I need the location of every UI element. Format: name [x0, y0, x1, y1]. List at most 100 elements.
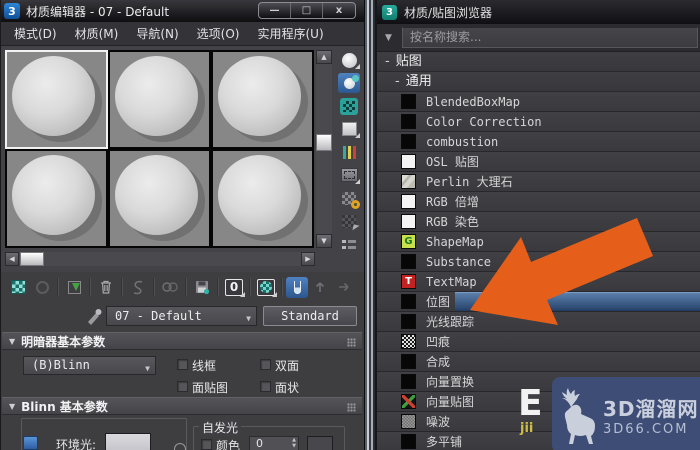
- list-item[interactable]: Substance: [377, 252, 700, 272]
- shader-basic-params-rollout[interactable]: ▼ 明暗器基本参数: [2, 332, 362, 350]
- options-button[interactable]: [338, 188, 360, 209]
- vertical-scroll-thumb[interactable]: [316, 134, 332, 151]
- spinner-arrows-icon[interactable]: ▲ ▼: [292, 437, 296, 449]
- test-tube-icon: [286, 276, 308, 298]
- material-name-dropdown[interactable]: 07 - Default ▼: [106, 306, 257, 326]
- browser-title: 材质/贴图浏览器: [404, 5, 493, 20]
- show-end-result-button[interactable]: [286, 276, 308, 298]
- horizontal-scroll-thumb[interactable]: [20, 252, 44, 266]
- material-toolbar: 0: [1, 272, 364, 302]
- viewport-checker-ball-icon: [257, 278, 275, 296]
- put-to-library-button[interactable]: [191, 277, 213, 298]
- menu-item-1[interactable]: 材质(M): [66, 22, 128, 46]
- scroll-left-button[interactable]: ◀: [5, 252, 19, 266]
- list-item[interactable]: OSL 贴图: [377, 152, 700, 172]
- lock-icon[interactable]: [174, 443, 186, 450]
- map-item-label: 多平铺: [426, 435, 463, 449]
- make-unique-icon: [162, 282, 178, 292]
- minimize-button[interactable]: —: [259, 3, 291, 18]
- maximize-button[interactable]: □: [291, 3, 323, 18]
- list-item[interactable]: 位图: [377, 292, 700, 312]
- scroll-right-button[interactable]: ▶: [301, 252, 315, 266]
- sample-slot[interactable]: [5, 50, 108, 149]
- select-by-material-button[interactable]: [338, 211, 360, 231]
- pick-material-eyedropper-icon[interactable]: [85, 305, 103, 325]
- put-material-to-scene-button[interactable]: [31, 277, 53, 298]
- list-item[interactable]: 凹痕: [377, 332, 700, 352]
- sample-slots-grid: [5, 50, 314, 248]
- chevron-down-icon[interactable]: ▼: [385, 33, 392, 43]
- list-item[interactable]: Perlin 大理石: [377, 172, 700, 192]
- list-item[interactable]: G ShapeMap: [377, 232, 700, 252]
- lock-ambient-diffuse-icon[interactable]: [23, 436, 38, 450]
- window-frame-divider[interactable]: [364, 0, 377, 450]
- background-button[interactable]: [338, 96, 360, 116]
- make-material-copy-button[interactable]: [127, 277, 149, 298]
- make-preview-button[interactable]: [338, 165, 360, 185]
- title-bar[interactable]: 3 材质编辑器 - 07 - Default — □ x: [1, 0, 364, 22]
- sample-slot[interactable]: [108, 50, 211, 149]
- show-material-in-viewport-button[interactable]: [255, 277, 277, 298]
- get-material-button[interactable]: [7, 277, 29, 298]
- list-item[interactable]: 合成: [377, 352, 700, 372]
- search-input[interactable]: 按名称搜索...: [402, 27, 698, 48]
- rollout-handle-icon: [347, 403, 356, 412]
- video-color-check-button[interactable]: [338, 142, 360, 162]
- map-item-label: ShapeMap: [426, 234, 484, 249]
- palette-vertical-scrollbar[interactable]: ▲ ▼: [316, 50, 332, 248]
- sample-uv-tiling-button[interactable]: [338, 119, 360, 139]
- sample-slot[interactable]: [211, 50, 314, 149]
- scroll-down-button[interactable]: ▼: [316, 234, 332, 248]
- backlight-button[interactable]: [338, 73, 360, 93]
- close-button[interactable]: x: [323, 3, 355, 18]
- section-label: 贴图: [395, 53, 422, 69]
- ambient-diffuse-group: [21, 418, 187, 450]
- sample-slot[interactable]: [108, 149, 211, 248]
- go-to-parent-button[interactable]: [309, 277, 331, 298]
- two-sided-checkbox[interactable]: [260, 359, 271, 370]
- go-forward-sibling-button[interactable]: [333, 277, 355, 298]
- material-sphere: [217, 55, 302, 136]
- material-type-button[interactable]: Standard: [263, 306, 357, 326]
- sample-slot[interactable]: [5, 149, 108, 248]
- section-general[interactable]: - 通用: [377, 72, 700, 92]
- assign-material-button[interactable]: [63, 277, 85, 298]
- face-map-checkbox[interactable]: [177, 381, 188, 392]
- self-illum-color-swatch[interactable]: [307, 436, 333, 450]
- blinn-basic-params-rollout[interactable]: ▼ Blinn 基本参数: [2, 397, 362, 415]
- scroll-up-button[interactable]: ▲: [316, 50, 332, 64]
- material-map-navigator-button[interactable]: [338, 234, 360, 254]
- self-illum-spinner[interactable]: 0 ▲ ▼: [249, 436, 299, 450]
- shader-type-dropdown[interactable]: (B)Blinn ▼: [23, 356, 156, 375]
- map-item-label: 噪波: [426, 415, 451, 429]
- sample-slot[interactable]: [211, 149, 314, 248]
- section-maps[interactable]: - 贴图: [377, 52, 700, 72]
- rollout-title: Blinn 基本参数: [21, 399, 108, 414]
- menu-item-4[interactable]: 实用程序(U): [248, 22, 332, 46]
- menu-item-3[interactable]: 选项(O): [188, 22, 249, 46]
- material-id-channel-button[interactable]: 0: [223, 277, 245, 298]
- list-item[interactable]: RGB 倍增: [377, 192, 700, 212]
- sample-type-sphere-button[interactable]: [338, 50, 360, 70]
- list-item[interactable]: T TextMap: [377, 272, 700, 292]
- wire-checkbox[interactable]: [177, 359, 188, 370]
- list-item[interactable]: Color Correction: [377, 112, 700, 132]
- list-item[interactable]: BlendedBoxMap: [377, 92, 700, 112]
- self-illum-color-checkbox[interactable]: [201, 439, 212, 450]
- list-item[interactable]: combustion: [377, 132, 700, 152]
- make-unique-button[interactable]: [159, 277, 181, 298]
- map-swatch-icon: [401, 374, 416, 389]
- browser-title-bar[interactable]: 3 材质/贴图浏览器: [377, 0, 700, 24]
- ambient-color-swatch[interactable]: [105, 433, 151, 450]
- faceted-checkbox[interactable]: [260, 381, 271, 392]
- reset-material-button[interactable]: [95, 277, 117, 298]
- list-item[interactable]: 光线跟踪: [377, 312, 700, 332]
- menu-bar: 模式(D) 材质(M) 导航(N) 选项(O) 实用程序(U): [1, 22, 364, 46]
- list-item[interactable]: RGB 染色: [377, 212, 700, 232]
- material-sphere: [11, 55, 96, 136]
- menu-item-2[interactable]: 导航(N): [127, 22, 187, 46]
- map-item-label: Substance: [426, 254, 492, 269]
- palette-horizontal-scrollbar[interactable]: ◀ ▶: [5, 252, 315, 266]
- ambient-label: 环境光:: [56, 438, 97, 450]
- menu-item-0[interactable]: 模式(D): [5, 22, 66, 46]
